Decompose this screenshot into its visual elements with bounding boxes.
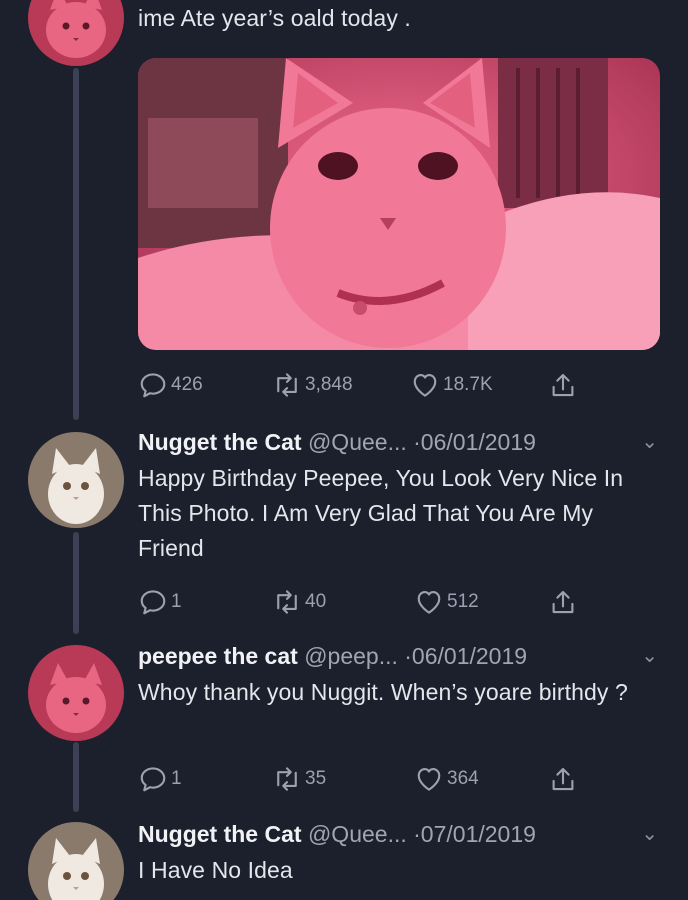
avatar-image: [28, 432, 124, 528]
cat-photo-image: [138, 58, 660, 350]
reply-button[interactable]: 1: [138, 764, 182, 794]
reply-icon: [138, 764, 168, 794]
like-button[interactable]: 18.7K: [410, 370, 493, 400]
tweet-text: Happy Birthday Peepee, You Look Very Nic…: [138, 465, 624, 561]
tweet-header: Nugget the Cat @Quee... ·07/01/2019 ⌄: [138, 817, 668, 851]
like-count: 18.7K: [443, 374, 493, 395]
tweet-text: Whoy thank you Nuggit. When’s yoare birt…: [138, 679, 628, 705]
tweet-date[interactable]: ·06/01/2019: [413, 429, 536, 455]
tweet-text: ime Ate year’s oald today .: [138, 5, 411, 31]
avatar-nugget[interactable]: [28, 822, 124, 900]
chevron-down-icon[interactable]: ⌄: [641, 425, 658, 459]
tweet-text: I Have No Idea: [138, 857, 293, 883]
display-name[interactable]: peepee the cat: [138, 643, 298, 669]
retweet-count: 40: [305, 591, 327, 612]
reply-count: 1: [171, 768, 182, 789]
heart-icon: [410, 370, 440, 400]
like-button[interactable]: 512: [414, 587, 479, 617]
retweet-button[interactable]: 40: [272, 587, 326, 617]
retweet-count: 35: [305, 768, 327, 789]
like-count: 512: [447, 591, 479, 612]
display-name[interactable]: Nugget the Cat: [138, 821, 302, 847]
user-handle[interactable]: @Quee...: [308, 821, 407, 847]
reply-icon: [138, 587, 168, 617]
avatar-image: [28, 645, 124, 741]
avatar-image: [28, 822, 124, 900]
tweet-photo[interactable]: [138, 58, 660, 350]
reply-count: 426: [171, 374, 203, 395]
thread-line: [73, 742, 79, 812]
tweet-date[interactable]: ·06/01/2019: [404, 643, 527, 669]
tweet-header: peepee the cat @peep... ·06/01/2019 ⌄: [138, 639, 668, 673]
reply-button[interactable]: 426: [138, 370, 203, 400]
tweet-actions: 1 40 512: [138, 587, 598, 617]
tweet-header: Nugget the Cat @Quee... ·06/01/2019 ⌄: [138, 425, 668, 459]
like-count: 364: [447, 768, 479, 789]
like-button[interactable]: 364: [414, 764, 479, 794]
thread-line: [73, 532, 79, 634]
thread-line: [73, 68, 79, 420]
share-button[interactable]: [548, 764, 578, 794]
heart-icon: [414, 587, 444, 617]
retweet-icon: [272, 587, 302, 617]
user-handle[interactable]: @peep...: [304, 643, 398, 669]
share-icon: [548, 587, 578, 617]
display-name[interactable]: Nugget the Cat: [138, 429, 302, 455]
reply-button[interactable]: 1: [138, 587, 182, 617]
share-button[interactable]: [548, 370, 578, 400]
retweet-button[interactable]: 3,848: [272, 370, 353, 400]
retweet-icon: [272, 370, 302, 400]
retweet-count: 3,848: [305, 374, 353, 395]
tweet-actions: 426 3,848 18.7K: [138, 370, 598, 400]
retweet-icon: [272, 764, 302, 794]
reply-count: 1: [171, 591, 182, 612]
chevron-down-icon[interactable]: ⌄: [641, 639, 658, 673]
avatar-peepee[interactable]: [28, 645, 124, 741]
user-handle[interactable]: @Quee...: [308, 429, 407, 455]
share-icon: [548, 370, 578, 400]
heart-icon: [414, 764, 444, 794]
tweet-actions: 1 35 364: [138, 764, 598, 794]
avatar-nugget[interactable]: [28, 432, 124, 528]
tweet-date[interactable]: ·07/01/2019: [413, 821, 536, 847]
avatar-image: [28, 0, 124, 66]
share-icon: [548, 764, 578, 794]
avatar-peepee[interactable]: [28, 0, 124, 66]
share-button[interactable]: [548, 587, 578, 617]
chevron-down-icon[interactable]: ⌄: [641, 817, 658, 851]
retweet-button[interactable]: 35: [272, 764, 326, 794]
reply-icon: [138, 370, 168, 400]
